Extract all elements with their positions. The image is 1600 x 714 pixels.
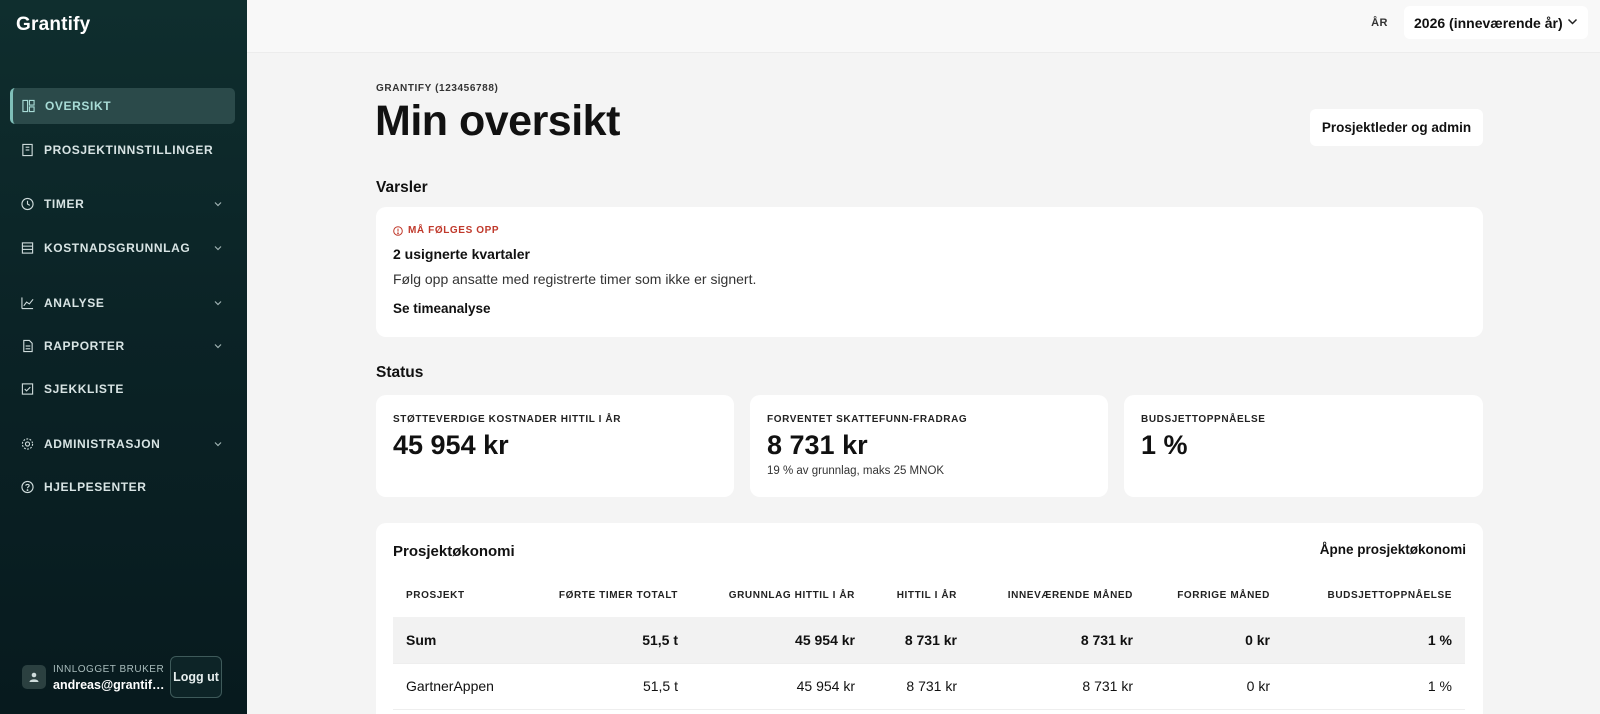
project-settings-icon	[21, 143, 34, 157]
table-cell: 1 %	[1283, 617, 1465, 664]
table-cell: 8 731 kr	[970, 617, 1146, 664]
project-economy-table: PROSJEKT FØRTE TIMER TOTALT GRUNNLAG HIT…	[393, 573, 1465, 710]
time-analysis-link[interactable]: Se timeanalyse	[393, 301, 491, 316]
year-select[interactable]: 2026 (inneværende år)	[1404, 6, 1588, 39]
stat-card-costs: STØTTEVERDIGE KOSTNADER HITTIL I ÅR 45 9…	[376, 395, 734, 497]
column-header[interactable]: FØRTE TIMER TOTALT	[541, 573, 691, 617]
open-project-economy-link[interactable]: Åpne prosjektøkonomi	[1320, 542, 1466, 557]
table-cell: 51,5 t	[541, 663, 691, 710]
table-cell: 0 kr	[1146, 663, 1283, 710]
column-header[interactable]: FORRIGE MÅNED	[1146, 573, 1283, 617]
sidebar-item-label: HJELPESENTER	[44, 480, 147, 494]
sidebar-item-administrasjon[interactable]: ADMINISTRASJON	[10, 426, 235, 462]
sidebar-item-analyse[interactable]: ANALYSE	[10, 285, 235, 321]
sidebar-item-label: ANALYSE	[44, 296, 105, 310]
help-icon	[21, 480, 34, 494]
stat-label: FORVENTET SKATTEFUNN-FRADRAG	[767, 414, 968, 425]
sidebar-item-label: RAPPORTER	[44, 339, 125, 353]
sidebar-item-sjekkliste[interactable]: SJEKKLISTE	[10, 371, 235, 407]
sidebar: Grantify OVERSIKT PROSJEKTINNSTILLINGER …	[0, 0, 247, 714]
topbar: ÅR 2026 (inneværende år)	[247, 0, 1600, 53]
table-cell: 0 kr	[1146, 617, 1283, 664]
project-economy-title: Prosjektøkonomi	[393, 543, 515, 560]
column-header[interactable]: INNEVÆRENDE MÅNED	[970, 573, 1146, 617]
stat-value: 45 954 kr	[393, 430, 509, 460]
table-cell: 51,5 t	[541, 617, 691, 664]
checklist-icon	[21, 383, 34, 396]
table-cell: 8 731 kr	[970, 663, 1146, 710]
status-heading: Status	[376, 364, 424, 381]
alert-tag-text: MÅ FØLGES OPP	[408, 225, 500, 236]
stat-value: 1 %	[1141, 430, 1188, 460]
dashboard-icon	[22, 99, 35, 113]
user-avatar-icon	[22, 665, 46, 689]
column-header[interactable]: HITTIL I ÅR	[868, 573, 970, 617]
chevron-down-icon	[214, 344, 222, 349]
user-email: andreas@grantif…	[53, 678, 165, 692]
table-icon	[21, 242, 34, 255]
stat-card-budget: BUDSJETTOPPNÅELSE 1 %	[1124, 395, 1483, 497]
sidebar-item-label: PROSJEKTINNSTILLINGER	[44, 143, 214, 157]
year-label: ÅR	[1371, 17, 1388, 29]
logout-button[interactable]: Logg ut	[170, 656, 222, 698]
column-header[interactable]: GRUNNLAG HITTIL I ÅR	[691, 573, 868, 617]
project-admin-button[interactable]: Prosjektleder og admin	[1310, 109, 1483, 146]
table-cell: 45 954 kr	[691, 663, 868, 710]
chart-line-icon	[21, 297, 34, 310]
report-icon	[21, 339, 34, 353]
clock-icon	[21, 197, 34, 211]
sidebar-item-label: OVERSIKT	[45, 99, 112, 113]
sidebar-item-kostnadsgrunnlag[interactable]: KOSTNADSGRUNNLAG	[10, 230, 235, 266]
sidebar-item-prosjektinnstillinger[interactable]: PROSJEKTINNSTILLINGER	[10, 132, 235, 168]
table-row-sum: Sum 51,5 t 45 954 kr 8 731 kr 8 731 kr 0…	[393, 617, 1465, 664]
alert-text: Følg opp ansatte med registrerte timer s…	[393, 271, 757, 287]
table-row[interactable]: GartnerAppen 51,5 t 45 954 kr 8 731 kr 8…	[393, 663, 1465, 710]
sidebar-item-timer[interactable]: TIMER	[10, 186, 235, 222]
alerts-heading: Varsler	[376, 179, 428, 196]
stat-value: 8 731 kr	[767, 430, 868, 460]
chevron-down-icon	[214, 246, 222, 251]
chevron-down-icon	[214, 301, 222, 306]
year-select-value: 2026 (inneværende år)	[1414, 14, 1563, 31]
table-cell: GartnerAppen	[393, 663, 541, 710]
stat-subtext: 19 % av grunnlag, maks 25 MNOK	[767, 465, 945, 477]
alert-title: 2 usignerte kvartaler	[393, 246, 530, 262]
sidebar-item-oversikt[interactable]: OVERSIKT	[10, 88, 235, 124]
gear-icon	[21, 438, 34, 451]
column-header[interactable]: PROSJEKT	[393, 573, 541, 617]
table-header-row: PROSJEKT FØRTE TIMER TOTALT GRUNNLAG HIT…	[393, 573, 1465, 617]
alert-tag: MÅ FØLGES OPP	[393, 225, 499, 236]
sidebar-item-label: ADMINISTRASJON	[44, 437, 161, 451]
page-title: Min oversikt	[375, 97, 620, 145]
sidebar-item-label: KOSTNADSGRUNNLAG	[44, 241, 191, 255]
alert-card: MÅ FØLGES OPP 2 usignerte kvartaler Følg…	[376, 207, 1483, 337]
sidebar-item-label: SJEKKLISTE	[44, 382, 125, 396]
table-cell: 8 731 kr	[868, 663, 970, 710]
org-label: GRANTIFY (123456788)	[376, 83, 499, 94]
table-cell: 45 954 kr	[691, 617, 868, 664]
sidebar-item-label: TIMER	[44, 197, 85, 211]
chevron-down-icon	[214, 202, 222, 207]
brand-logo[interactable]: Grantify	[16, 14, 90, 36]
chevron-down-icon	[214, 442, 222, 447]
user-caption: INNLOGGET BRUKER	[53, 664, 165, 675]
table-cell: 1 %	[1283, 663, 1465, 710]
chevron-down-icon	[1567, 18, 1578, 25]
user-panel: INNLOGGET BRUKER andreas@grantif… Logg u…	[12, 656, 234, 700]
project-economy-card: Prosjektøkonomi Åpne prosjektøkonomi PRO…	[376, 523, 1483, 714]
column-header[interactable]: BUDSJETTOPPNÅELSE	[1283, 573, 1465, 617]
alert-icon	[393, 225, 403, 236]
stat-label: STØTTEVERDIGE KOSTNADER HITTIL I ÅR	[393, 414, 622, 425]
table-cell: Sum	[393, 617, 541, 664]
table-cell: 8 731 kr	[868, 617, 970, 664]
stat-label: BUDSJETTOPPNÅELSE	[1141, 414, 1266, 425]
sidebar-item-hjelpesenter[interactable]: HJELPESENTER	[10, 469, 235, 505]
sidebar-item-rapporter[interactable]: RAPPORTER	[10, 328, 235, 364]
stat-card-deduction: FORVENTET SKATTEFUNN-FRADRAG 8 731 kr 19…	[750, 395, 1108, 497]
